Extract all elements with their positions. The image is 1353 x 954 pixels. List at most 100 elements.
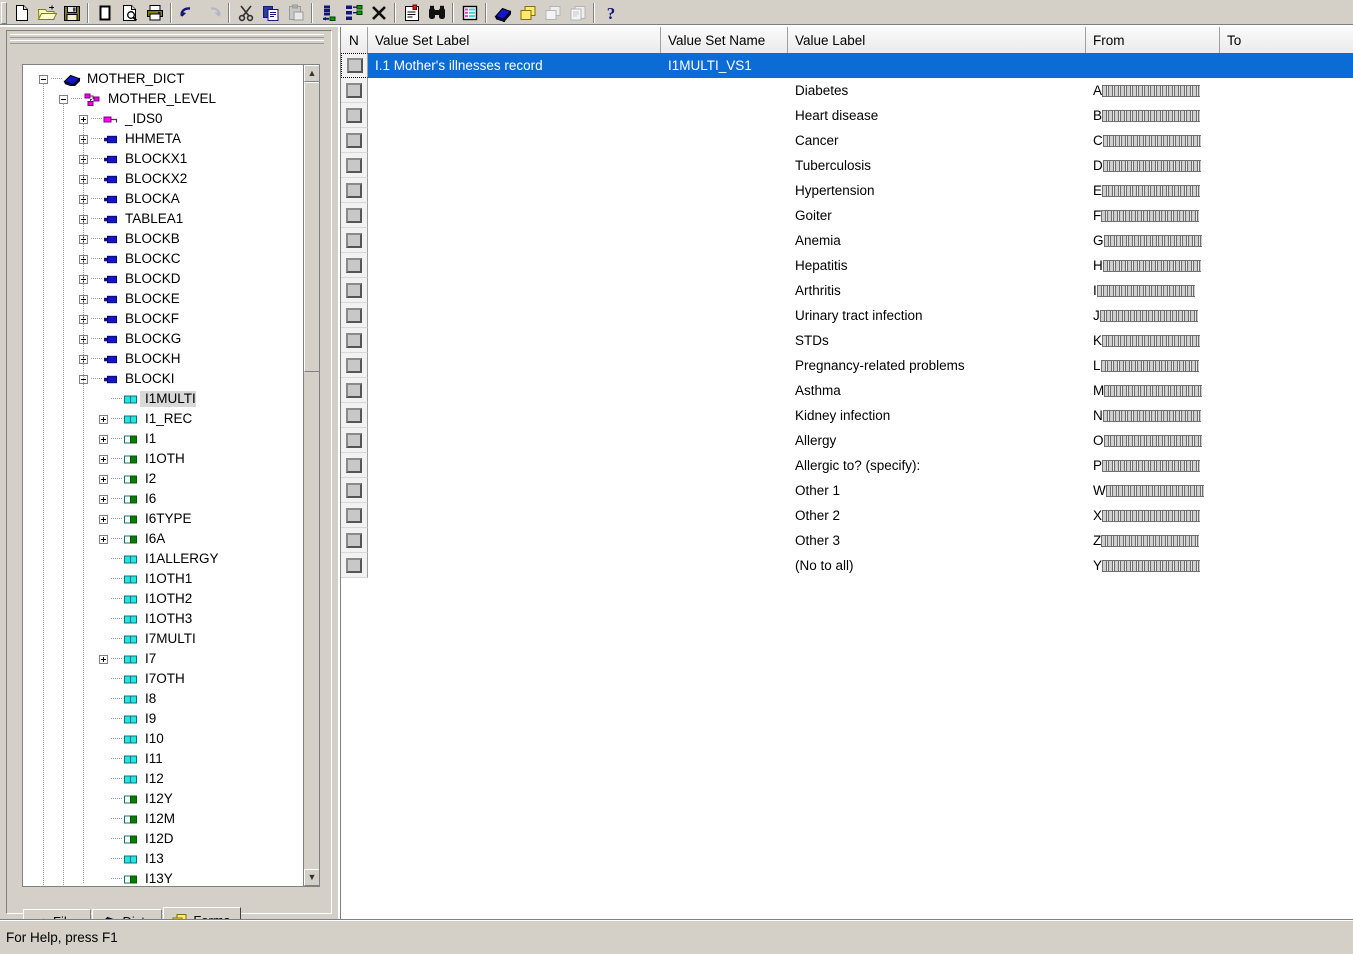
row-selector-cell[interactable]: [341, 103, 368, 128]
tree-node[interactable]: I1OTH2: [23, 589, 305, 609]
tree-node[interactable]: BLOCKX1: [23, 149, 305, 169]
grid-cell-vsl[interactable]: I.1 Mother's illnesses record: [368, 53, 661, 78]
grid-cell-from[interactable]: N: [1086, 403, 1220, 428]
binoculars-find-icon[interactable]: [424, 1, 449, 24]
row-selector-cell[interactable]: [341, 353, 368, 378]
grid-cell-vsl[interactable]: [368, 528, 661, 553]
grid-cell-vl[interactable]: Anemia: [788, 228, 1086, 253]
expand-plus-icon[interactable]: [99, 434, 108, 444]
grid-cell-from[interactable]: G: [1086, 228, 1220, 253]
grid-cell-from[interactable]: X: [1086, 503, 1220, 528]
grid-cell-vl[interactable]: Kidney infection: [788, 403, 1086, 428]
tree-node[interactable]: HHMETA: [23, 129, 305, 149]
grid-row[interactable]: Tuberculosis D: [341, 153, 1353, 178]
grid-row[interactable]: STDs K: [341, 328, 1353, 353]
grid-cell-to[interactable]: [1220, 353, 1353, 378]
properties-card-icon[interactable]: [399, 1, 424, 24]
tree-node[interactable]: BLOCKE: [23, 289, 305, 309]
grid-cell-from[interactable]: K: [1086, 328, 1220, 353]
grid-cell-to[interactable]: [1220, 203, 1353, 228]
grid-cell-from[interactable]: F: [1086, 203, 1220, 228]
row-selector-box[interactable]: [346, 557, 362, 573]
tree-node[interactable]: BLOCKI: [23, 369, 305, 389]
row-selector-cell[interactable]: [341, 453, 368, 478]
grid-cell-vsl[interactable]: [368, 328, 661, 353]
row-selector-cell[interactable]: [341, 378, 368, 403]
tree-node[interactable]: I1OTH3: [23, 609, 305, 629]
tree-node[interactable]: I7MULTI: [23, 629, 305, 649]
grid-cell-vsl[interactable]: [368, 503, 661, 528]
grid-cell-vsn[interactable]: [661, 78, 788, 103]
grid-cell-vsn[interactable]: [661, 203, 788, 228]
grid-cell-to[interactable]: [1220, 228, 1353, 253]
row-selector-box[interactable]: [346, 357, 362, 373]
grid-row[interactable]: Heart disease B: [341, 103, 1353, 128]
row-selector-cell[interactable]: [341, 53, 368, 78]
row-selector-cell[interactable]: [341, 303, 368, 328]
grid-cell-vl[interactable]: Pregnancy-related problems: [788, 353, 1086, 378]
new-file-icon[interactable]: [9, 1, 34, 24]
toolbar-grip[interactable]: [1, 1, 7, 24]
scroll-up-arrow[interactable]: ▲: [304, 65, 319, 82]
row-selector-box[interactable]: [346, 382, 362, 398]
row-selector-cell[interactable]: [341, 228, 368, 253]
row-selector-cell[interactable]: [341, 153, 368, 178]
grid-cell-vl[interactable]: Other 2: [788, 503, 1086, 528]
tree-node[interactable]: BLOCKF: [23, 309, 305, 329]
grid-cell-vsn[interactable]: [661, 353, 788, 378]
tree-node[interactable]: MOTHER_LEVEL: [23, 89, 305, 109]
grid-cell-from[interactable]: D: [1086, 153, 1220, 178]
grid-cell-vsl[interactable]: [368, 303, 661, 328]
grid-cell-to[interactable]: [1220, 378, 1353, 403]
grid-cell-from[interactable]: P: [1086, 453, 1220, 478]
grid-cell-from[interactable]: B: [1086, 103, 1220, 128]
grid-cell-vsl[interactable]: [368, 228, 661, 253]
grid-cell-vsn[interactable]: [661, 128, 788, 153]
tree-node[interactable]: BLOCKD: [23, 269, 305, 289]
tree-node[interactable]: BLOCKC: [23, 249, 305, 269]
dictionary-book-icon[interactable]: [490, 1, 515, 24]
grid-cell-vsn[interactable]: [661, 378, 788, 403]
grid-row[interactable]: Urinary tract infection J: [341, 303, 1353, 328]
tree-node[interactable]: I1OTH1: [23, 569, 305, 589]
row-selector-box[interactable]: [346, 157, 362, 173]
tree-node[interactable]: I12Y: [23, 789, 305, 809]
tree-node[interactable]: BLOCKH: [23, 349, 305, 369]
grid-cell-vsn[interactable]: [661, 228, 788, 253]
grid-row[interactable]: Anemia G: [341, 228, 1353, 253]
grid-row[interactable]: Diabetes A: [341, 78, 1353, 103]
row-selector-box[interactable]: [346, 407, 362, 423]
expand-plus-icon[interactable]: [99, 414, 108, 424]
grid-cell-to[interactable]: [1220, 303, 1353, 328]
grid-row[interactable]: Asthma M: [341, 378, 1353, 403]
grid-row[interactable]: Goiter F: [341, 203, 1353, 228]
grid-row[interactable]: Other 3 Z: [341, 528, 1353, 553]
grid-cell-from[interactable]: E: [1086, 178, 1220, 203]
row-selector-cell[interactable]: [341, 503, 368, 528]
expand-plus-icon[interactable]: [99, 474, 108, 484]
tree-node[interactable]: I1OTH: [23, 449, 305, 469]
tree-node[interactable]: I1ALLERGY: [23, 549, 305, 569]
grid-cell-vsl[interactable]: [368, 278, 661, 303]
grid-cell-vl[interactable]: [788, 53, 1086, 78]
printer-icon[interactable]: [142, 1, 167, 24]
row-selector-box[interactable]: [346, 482, 362, 498]
scroll-down-arrow[interactable]: ▼: [304, 869, 319, 886]
grid-cell-to[interactable]: [1220, 153, 1353, 178]
grid-cell-vsl[interactable]: [368, 153, 661, 178]
grid-cell-vsn[interactable]: [661, 478, 788, 503]
tree-node[interactable]: I12M: [23, 809, 305, 829]
row-selector-cell[interactable]: [341, 128, 368, 153]
tree-node[interactable]: MOTHER_DICT: [23, 69, 305, 89]
expand-plus-icon[interactable]: [99, 534, 108, 544]
grid-cell-vl[interactable]: STDs: [788, 328, 1086, 353]
grid-cell-from[interactable]: W: [1086, 478, 1220, 503]
expand-plus-icon[interactable]: [99, 494, 108, 504]
grid-cell-vsl[interactable]: [368, 353, 661, 378]
grid-cell-vl[interactable]: Hepatitis: [788, 253, 1086, 278]
row-selector-box[interactable]: [346, 58, 363, 73]
grid-cell-vl[interactable]: Cancer: [788, 128, 1086, 153]
grid-cell-from[interactable]: L: [1086, 353, 1220, 378]
row-selector-cell[interactable]: [341, 278, 368, 303]
row-selector-cell[interactable]: [341, 78, 368, 103]
